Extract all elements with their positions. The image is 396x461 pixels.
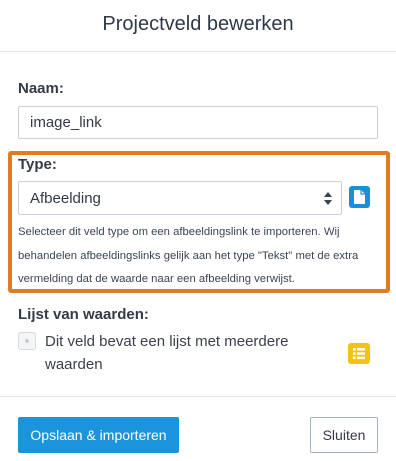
list-icon[interactable] bbox=[348, 343, 370, 364]
name-label: Naam: bbox=[18, 80, 64, 97]
type-help-text: Selecteer dit veld type om een afbeeldin… bbox=[18, 226, 359, 285]
save-import-button[interactable]: Opslaan & importeren bbox=[18, 417, 179, 453]
name-input[interactable] bbox=[18, 106, 378, 139]
type-label: Type: bbox=[18, 156, 57, 173]
type-select[interactable]: Afbeelding bbox=[18, 181, 342, 215]
close-button[interactable]: Sluiten bbox=[310, 417, 378, 453]
dialog-header: Projectveld bewerken bbox=[0, 0, 396, 52]
multiple-values-checkbox[interactable] bbox=[18, 332, 36, 350]
footer-divider bbox=[0, 396, 396, 397]
type-select-value: Afbeelding bbox=[30, 190, 101, 207]
values-list-label: Lijst van waarden: bbox=[18, 306, 149, 323]
dialog-title: Projectveld bewerken bbox=[102, 13, 294, 35]
multiple-values-checkbox-label: Dit veld bevat een lijst met meerdere wa… bbox=[45, 333, 289, 373]
select-arrows-icon bbox=[324, 192, 332, 205]
document-icon[interactable] bbox=[349, 186, 370, 208]
